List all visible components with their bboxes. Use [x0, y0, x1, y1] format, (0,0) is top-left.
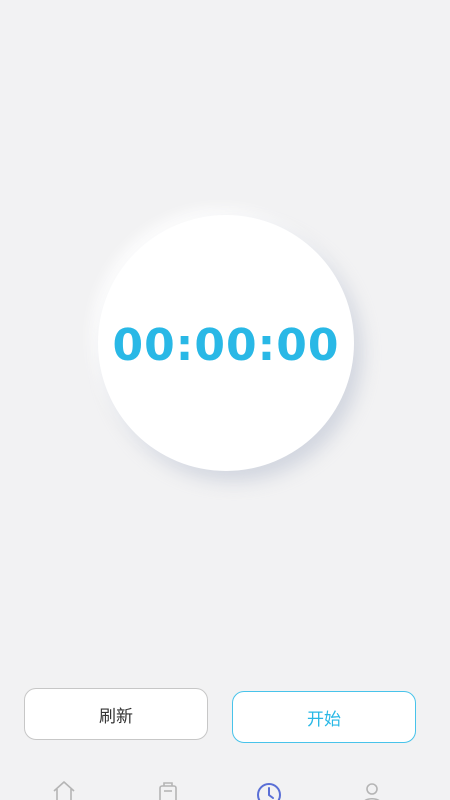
tab-home[interactable] [44, 770, 84, 800]
user-icon [364, 783, 380, 800]
refresh-button-label: 刷新 [99, 706, 133, 727]
home-icon [53, 781, 75, 800]
refresh-button[interactable]: 刷新 [24, 688, 208, 740]
bag-icon [159, 782, 177, 800]
timer-screen: 00:00:00 刷新 开始 [0, 0, 450, 800]
tab-user[interactable] [352, 770, 392, 800]
timer-display: 00:00:00 [112, 319, 340, 371]
clock-icon [257, 783, 281, 800]
timer-dial: 00:00:00 [98, 215, 354, 471]
tab-clock[interactable] [249, 770, 289, 800]
tab-bag[interactable] [148, 770, 188, 800]
start-button-label: 开始 [307, 709, 341, 730]
bottom-tab-bar [0, 770, 450, 800]
start-button[interactable]: 开始 [232, 691, 416, 743]
